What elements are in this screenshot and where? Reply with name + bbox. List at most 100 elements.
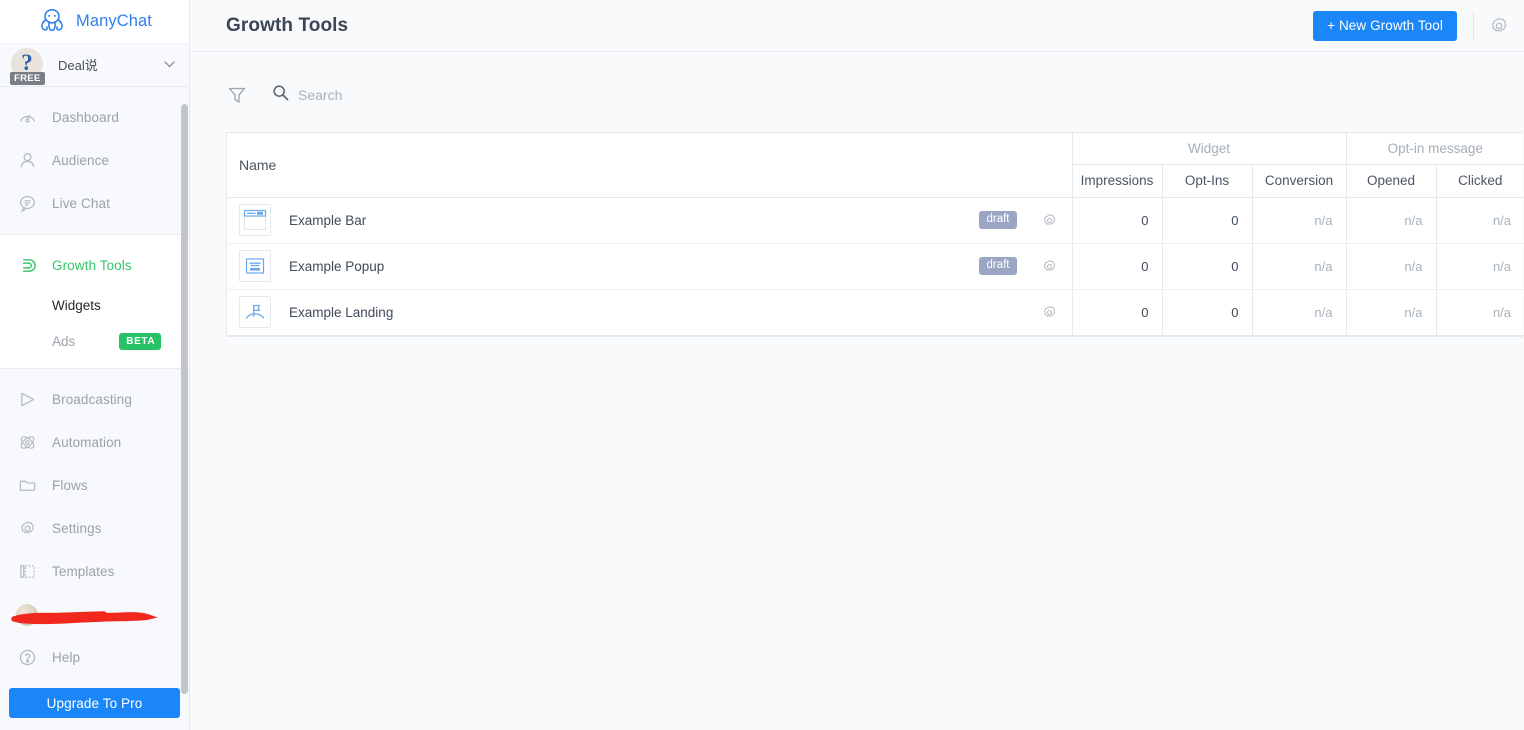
cell-opt-ins: 0 xyxy=(1161,197,1252,244)
gear-icon[interactable] xyxy=(1041,212,1058,229)
content-area: Search Name Widget Opt-in message Impres… xyxy=(190,52,1524,730)
widget-bar-icon xyxy=(239,204,271,236)
table-body: Example Bar draft 0 0 n/a n/a n/a Exampl… xyxy=(227,197,1524,336)
list-toolbar: Search xyxy=(226,80,1524,110)
plan-badge: FREE xyxy=(10,71,45,85)
row-name: Example Popup xyxy=(289,258,385,274)
beta-badge: BETA xyxy=(119,332,162,350)
cell-impressions: 0 xyxy=(1071,289,1162,336)
cell-clicked: n/a xyxy=(1435,243,1524,290)
brand-name: ManyChat xyxy=(75,11,152,30)
column-header-opt-ins[interactable]: Opt-Ins xyxy=(1161,164,1252,198)
cell-opened: n/a xyxy=(1345,289,1436,336)
upgrade-section: Upgrade To Pro xyxy=(0,688,189,730)
account-switcher[interactable]: ? FREE Deal说 xyxy=(0,43,189,87)
octopus-logo-icon xyxy=(41,9,63,32)
search-input[interactable]: Search xyxy=(272,84,342,106)
sidebar-item-label: Growth Tools xyxy=(52,258,132,273)
sidebar-item-templates[interactable]: Templates xyxy=(0,550,189,593)
sidebar-primary-group: Dashboard Audience Live Chat xyxy=(0,87,189,235)
row-name: Example Landing xyxy=(289,304,394,320)
sidebar-item-label: Help xyxy=(52,650,81,665)
cell-conversion: n/a xyxy=(1251,197,1346,244)
toolbar-divider xyxy=(1473,10,1474,41)
sidebar-subitem-label: Ads xyxy=(52,333,76,349)
table: Name Widget Opt-in message Impressions O… xyxy=(227,133,1524,336)
chevron-down-icon xyxy=(164,61,175,68)
cell-opened: n/a xyxy=(1345,243,1436,290)
row-name-cell: Example Bar draft xyxy=(227,197,1072,244)
gear-icon[interactable] xyxy=(1041,258,1058,275)
sidebar-secondary-group: Broadcasting Automation Flows Settings T… xyxy=(0,369,189,688)
sidebar-item-help[interactable]: Help xyxy=(0,636,189,679)
sidebar-subitem-widgets[interactable]: Widgets xyxy=(0,287,189,323)
sidebar-growth-group: Growth Tools Widgets Ads BETA xyxy=(0,235,189,369)
widget-landing-icon xyxy=(239,296,271,328)
sidebar-item-label: Live Chat xyxy=(52,196,110,211)
row-actions: draft xyxy=(979,211,1071,229)
avatar-icon xyxy=(16,603,38,626)
gear-icon[interactable] xyxy=(1488,15,1510,37)
column-header-clicked[interactable]: Clicked xyxy=(1435,164,1524,198)
column-header-conversion[interactable]: Conversion xyxy=(1251,164,1346,198)
growth-tools-table: Name Widget Opt-in message Impressions O… xyxy=(226,132,1524,337)
cell-conversion: n/a xyxy=(1251,243,1346,290)
sidebar-item-audience[interactable]: Audience xyxy=(0,139,189,182)
sidebar-item-label: Automation xyxy=(52,435,122,450)
main-area: Growth Tools + New Growth Tool Search Na… xyxy=(190,0,1524,730)
cell-clicked: n/a xyxy=(1435,197,1524,244)
account-name: Deal说 xyxy=(58,58,98,74)
user-icon xyxy=(16,150,38,172)
brand-logo[interactable]: ManyChat xyxy=(0,0,189,44)
table-group-header-row: Name Widget Opt-in message xyxy=(227,133,1524,198)
sidebar-item-label: Settings xyxy=(52,521,102,536)
top-bar-actions: + New Growth Tool xyxy=(1313,10,1510,41)
gear-icon[interactable] xyxy=(1041,304,1058,321)
sidebar-item-label: Broadcasting xyxy=(52,392,132,407)
status-badge: draft xyxy=(979,211,1017,229)
sidebar-item-flows[interactable]: Flows xyxy=(0,464,189,507)
row-actions xyxy=(1041,304,1072,321)
sidebar-item-settings[interactable]: Settings xyxy=(0,507,189,550)
table-head: Name Widget Opt-in message Impressions O… xyxy=(227,133,1524,198)
column-group-optin-message: Opt-in message xyxy=(1345,133,1524,165)
table-row[interactable]: Example Popup draft 0 0 n/a n/a n/a xyxy=(227,243,1524,290)
folder-icon xyxy=(16,475,38,497)
sidebar-item-growth-tools[interactable]: Growth Tools xyxy=(0,244,189,287)
sidebar-item-broadcasting[interactable]: Broadcasting xyxy=(0,378,189,421)
cell-conversion: n/a xyxy=(1251,289,1346,336)
sidebar-item-redacted-user[interactable] xyxy=(0,593,189,636)
sidebar-subitem-ads[interactable]: Ads BETA xyxy=(0,323,189,359)
row-name-cell: Example Popup draft xyxy=(227,243,1072,290)
avatar-glyph: ? xyxy=(21,50,33,76)
column-header-name[interactable]: Name xyxy=(227,133,1072,198)
sidebar-item-dashboard[interactable]: Dashboard xyxy=(0,96,189,139)
sidebar: ManyChat ? FREE Deal说 Dashboard Audience… xyxy=(0,0,190,730)
column-group-widget: Widget xyxy=(1071,133,1346,165)
account-avatar: ? FREE xyxy=(10,47,45,85)
status-badge: draft xyxy=(979,257,1017,275)
row-name-cell: Example Landing xyxy=(227,289,1072,336)
question-circle-icon xyxy=(16,647,38,669)
new-growth-tool-button[interactable]: + New Growth Tool xyxy=(1313,10,1457,41)
sidebar-item-live-chat[interactable]: Live Chat xyxy=(0,182,189,225)
dashboard-gauge-icon xyxy=(16,107,38,129)
cell-impressions: 0 xyxy=(1071,197,1162,244)
table-row[interactable]: Example Bar draft 0 0 n/a n/a n/a xyxy=(227,197,1524,244)
column-header-impressions[interactable]: Impressions xyxy=(1071,164,1162,198)
cell-clicked: n/a xyxy=(1435,289,1524,336)
filter-funnel-icon[interactable] xyxy=(226,84,248,106)
search-placeholder: Search xyxy=(298,87,343,103)
sidebar-item-label: Dashboard xyxy=(52,110,119,125)
sidebar-item-automation[interactable]: Automation xyxy=(0,421,189,464)
cell-impressions: 0 xyxy=(1071,243,1162,290)
cell-opt-ins: 0 xyxy=(1161,243,1252,290)
sidebar-item-label: Flows xyxy=(52,478,88,493)
table-row[interactable]: Example Landing 0 0 n/a n/a n/a xyxy=(227,289,1524,336)
column-header-opened[interactable]: Opened xyxy=(1345,164,1436,198)
sidebar-scrollbar[interactable] xyxy=(181,104,188,694)
magnet-icon xyxy=(16,255,38,277)
upgrade-to-pro-button[interactable]: Upgrade To Pro xyxy=(9,688,180,718)
atom-icon xyxy=(16,432,38,454)
chat-bubble-icon xyxy=(16,193,38,215)
